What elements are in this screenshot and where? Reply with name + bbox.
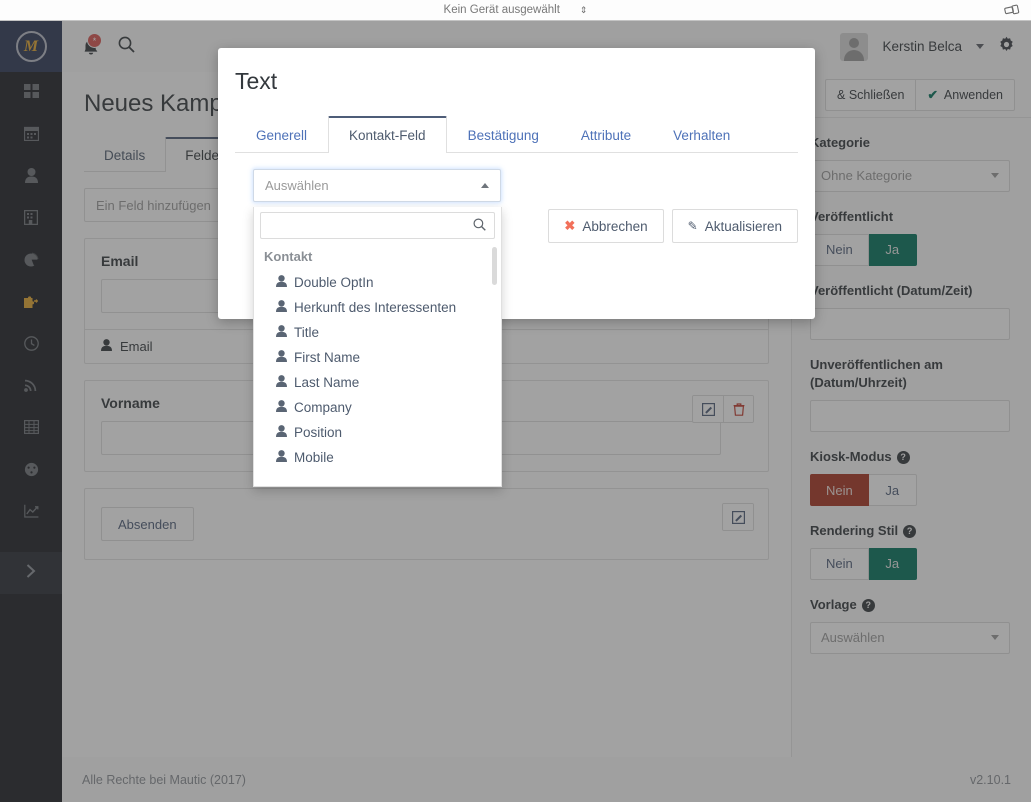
modal-tab-attribute[interactable]: Attribute bbox=[560, 117, 652, 153]
list-item-label: Mobile bbox=[294, 450, 334, 465]
list-item-label: Last Name bbox=[294, 375, 360, 390]
list-item[interactable]: Herkunft des Interessenten bbox=[254, 295, 501, 320]
list-item-label: Company bbox=[294, 400, 352, 415]
list-item[interactable]: Double OptIn bbox=[254, 270, 501, 295]
device-stepper-icon[interactable]: ⇕ bbox=[580, 5, 588, 15]
person-icon bbox=[276, 400, 287, 415]
list-item[interactable]: Company bbox=[254, 395, 501, 420]
pencil-icon: ✎ bbox=[687, 219, 698, 233]
person-icon bbox=[276, 425, 287, 440]
device-selector[interactable]: Kein Gerät ausgewählt ⇕ bbox=[444, 4, 588, 16]
dropdown-list: Kontakt Double OptIn Herkunft des Intere… bbox=[254, 245, 501, 470]
modal-tab-verhalten[interactable]: Verhalten bbox=[652, 117, 751, 153]
list-item[interactable]: Position bbox=[254, 420, 501, 445]
dropdown-search-input[interactable] bbox=[260, 212, 495, 239]
device-selector-label: Kein Gerät ausgewählt bbox=[443, 4, 560, 16]
person-icon bbox=[276, 375, 287, 390]
contact-field-select-placeholder: Auswählen bbox=[265, 178, 329, 193]
dropdown-group-label: Kontakt bbox=[264, 249, 313, 264]
cancel-button-label: Abbrechen bbox=[582, 218, 648, 234]
modal-tabs: Generell Kontakt-Feld Bestätigung Attrib… bbox=[235, 115, 798, 153]
x-icon: ✖ bbox=[564, 218, 576, 233]
list-item-label: Title bbox=[294, 325, 320, 340]
person-icon bbox=[276, 325, 287, 340]
list-item-label: First Name bbox=[294, 350, 361, 365]
list-item-label: Position bbox=[294, 425, 343, 440]
dropdown-search-wrap bbox=[254, 207, 501, 239]
contact-field-select[interactable]: Auswählen bbox=[253, 169, 501, 202]
modal-action-buttons: ✖ Abbrechen ✎ Aktualisieren bbox=[548, 209, 798, 243]
caret-up-icon bbox=[481, 183, 489, 188]
update-button[interactable]: ✎ Aktualisieren bbox=[671, 209, 798, 243]
modal-title: Text bbox=[235, 68, 278, 94]
cancel-button[interactable]: ✖ Abbrechen bbox=[548, 209, 664, 243]
person-icon bbox=[276, 450, 287, 465]
application-window: Kein Gerät ausgewählt ⇕ M * Kerstin Belc… bbox=[0, 0, 1031, 802]
person-icon bbox=[276, 300, 287, 315]
modal-tab-bestaetigung[interactable]: Bestätigung bbox=[447, 117, 560, 153]
rotate-device-icon[interactable] bbox=[999, 2, 1025, 19]
list-item[interactable]: Mobile bbox=[254, 445, 501, 470]
dropdown-scrollbar[interactable] bbox=[492, 247, 497, 285]
search-icon bbox=[473, 217, 486, 234]
modal-body: Auswählen ✖ Abbrechen ✎ Aktualisieren bbox=[218, 153, 815, 243]
list-item-label: Double OptIn bbox=[294, 275, 374, 290]
list-item-label: Herkunft des Interessenten bbox=[294, 300, 457, 315]
list-item[interactable]: Title bbox=[254, 320, 501, 345]
person-icon bbox=[276, 350, 287, 365]
update-button-label: Aktualisieren bbox=[704, 218, 782, 234]
modal-tab-kontakt-feld[interactable]: Kontakt-Feld bbox=[328, 116, 447, 153]
person-icon bbox=[276, 275, 287, 290]
list-item[interactable]: First Name bbox=[254, 345, 501, 370]
device-toolbar: Kein Gerät ausgewählt ⇕ bbox=[0, 0, 1031, 21]
contact-field-dropdown: Kontakt Double OptIn Herkunft des Intere… bbox=[253, 207, 502, 487]
list-item[interactable]: Last Name bbox=[254, 370, 501, 395]
modal-tab-generell[interactable]: Generell bbox=[235, 117, 328, 153]
